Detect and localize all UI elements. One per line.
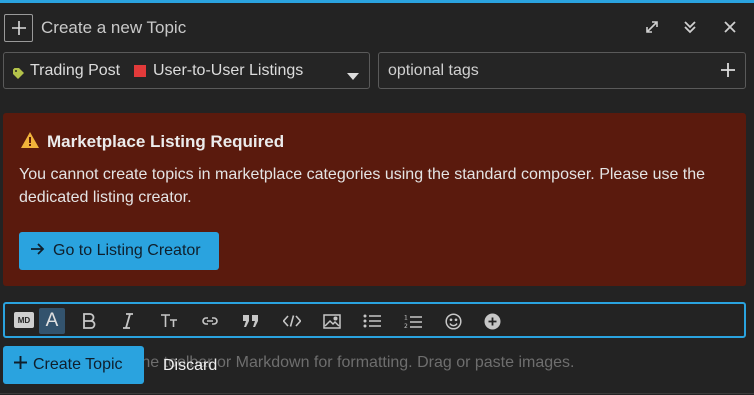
listing-creator-label: Go to Listing Creator — [53, 242, 201, 259]
image-icon[interactable] — [321, 311, 343, 331]
link-icon[interactable] — [199, 311, 221, 331]
bold-icon[interactable] — [78, 311, 100, 331]
add-tag-icon[interactable] — [721, 63, 735, 82]
new-topic-plus-icon — [4, 14, 33, 42]
chevron-down-icon — [347, 68, 359, 86]
warning-icon — [21, 132, 39, 153]
create-topic-label: Create Topic — [33, 356, 123, 373]
alert-message: You cannot create topics in marketplace … — [19, 166, 706, 206]
italic-icon[interactable] — [117, 311, 139, 331]
tags-input[interactable]: optional tags — [378, 52, 746, 89]
create-topic-button[interactable]: Create Topic — [3, 346, 144, 384]
tags-placeholder: optional tags — [388, 62, 479, 79]
close-icon[interactable] — [721, 18, 739, 36]
numbered-list-icon[interactable]: 12 — [402, 311, 424, 331]
expand-icon[interactable] — [643, 18, 661, 36]
rich-text-mode-button[interactable]: A — [39, 308, 65, 334]
discard-button[interactable]: Discard — [163, 357, 217, 375]
emoji-icon[interactable] — [442, 311, 464, 331]
plus-icon — [14, 356, 27, 374]
tag-icon — [13, 66, 25, 84]
marketplace-alert: Marketplace Listing Required You cannot … — [3, 113, 746, 286]
markdown-mode-button[interactable]: MD — [14, 312, 34, 328]
go-to-listing-creator-button[interactable]: Go to Listing Creator — [19, 232, 219, 270]
composer-title: Create a new Topic — [41, 18, 187, 37]
quote-icon[interactable] — [240, 311, 262, 331]
heading-icon[interactable] — [158, 311, 180, 331]
code-icon[interactable] — [281, 311, 303, 331]
composer-header: Create a new Topic — [0, 3, 754, 49]
bullet-list-icon[interactable] — [361, 311, 383, 331]
bottom-divider — [0, 393, 754, 394]
category-selector[interactable]: Trading Post User-to-User Listings — [3, 52, 370, 89]
more-options-icon[interactable] — [481, 311, 503, 331]
collapse-icon[interactable] — [681, 18, 699, 36]
editor-toolbar: MD A 12 — [3, 302, 746, 338]
category-color-swatch — [134, 65, 146, 77]
svg-text:2: 2 — [404, 323, 408, 329]
svg-text:1: 1 — [404, 314, 408, 321]
category-child-label: User-to-User Listings — [153, 62, 304, 79]
category-parent-label: Trading Post — [30, 62, 121, 79]
alert-title: Marketplace Listing Required — [47, 132, 285, 151]
arrow-right-icon — [31, 242, 45, 260]
